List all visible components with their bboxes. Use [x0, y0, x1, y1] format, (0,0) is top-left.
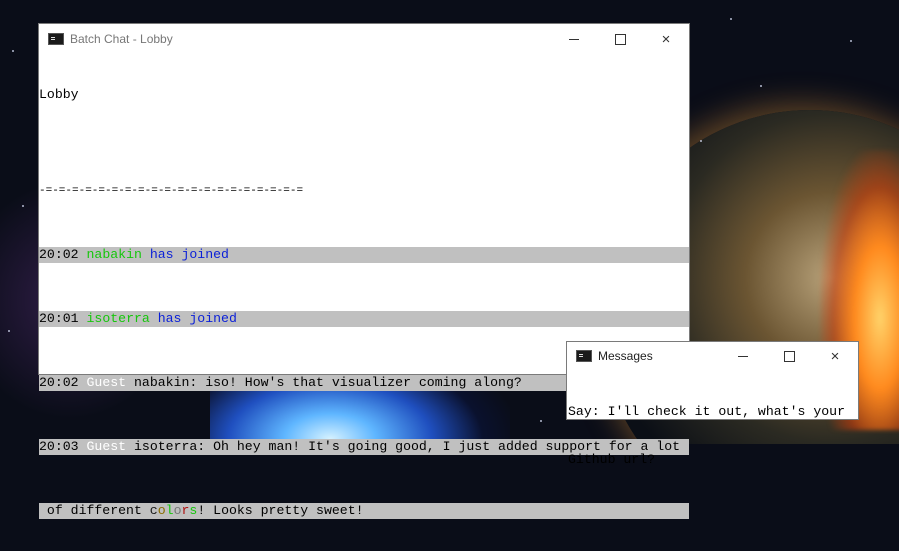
guest-badge: Guest — [86, 375, 127, 390]
colors-letter: s — [189, 503, 198, 518]
colors-letter: c — [149, 503, 158, 518]
minimize-button[interactable] — [720, 342, 766, 370]
colors-letter: o — [157, 503, 166, 518]
console-app-icon — [48, 33, 64, 45]
message-text: ! Looks pretty sweet! — [197, 503, 364, 518]
maximize-button[interactable] — [597, 24, 643, 54]
close-button[interactable]: × — [643, 24, 689, 54]
chat-line: 20:02 nabakin has joined — [39, 247, 689, 263]
star — [8, 330, 10, 332]
star — [22, 205, 24, 207]
colors-letter: l — [165, 503, 174, 518]
star — [850, 40, 852, 42]
chat-line: 20:01 isoterra has joined — [39, 311, 689, 327]
message-input-line[interactable]: Github url? — [568, 452, 858, 468]
join-text: has joined — [157, 311, 237, 326]
user-name: nabakin — [86, 247, 142, 262]
message-input-console[interactable]: Say: I'll check it out, what's your Gith… — [567, 370, 858, 500]
maximize-button[interactable] — [766, 342, 812, 370]
messages-window[interactable]: Messages × Say: I'll check it out, what'… — [567, 342, 858, 467]
chat-window[interactable]: Batch Chat - Lobby × Lobby -=-=-=-=-=-=-… — [39, 24, 689, 519]
star — [12, 50, 14, 52]
console-app-icon — [576, 350, 592, 362]
message-input-line[interactable]: Say: I'll check it out, what's your — [568, 404, 858, 420]
guest-badge: Guest — [86, 439, 127, 454]
chat-line-continuation: of different colors! Looks pretty sweet! — [39, 503, 689, 519]
message-text: nabakin: iso! How's that visualizer comi… — [134, 375, 522, 390]
user-name: isoterra — [86, 311, 150, 326]
star — [760, 85, 762, 87]
messages-window-titlebar[interactable]: Messages × — [567, 342, 858, 370]
minimize-button[interactable] — [551, 24, 597, 54]
close-button[interactable]: × — [812, 342, 858, 370]
message-text: of different — [39, 503, 150, 518]
timestamp: 20:02 — [39, 247, 79, 262]
messages-window-title: Messages — [598, 349, 653, 363]
timestamp: 20:03 — [39, 439, 79, 454]
timestamp: 20:02 — [39, 375, 79, 390]
star — [700, 140, 702, 142]
colors-letter: r — [181, 503, 190, 518]
star — [730, 18, 732, 20]
chat-window-title: Batch Chat - Lobby — [70, 32, 173, 46]
room-label: Lobby — [39, 87, 79, 102]
separator: -=-=-=-=-=-=-=-=-=-=-=-=-=-=-=-=-=-=-=-= — [39, 185, 304, 197]
timestamp: 20:01 — [39, 311, 79, 326]
join-text: has joined — [149, 247, 229, 262]
chat-window-titlebar[interactable]: Batch Chat - Lobby × — [39, 24, 689, 54]
colors-letter: o — [173, 503, 182, 518]
